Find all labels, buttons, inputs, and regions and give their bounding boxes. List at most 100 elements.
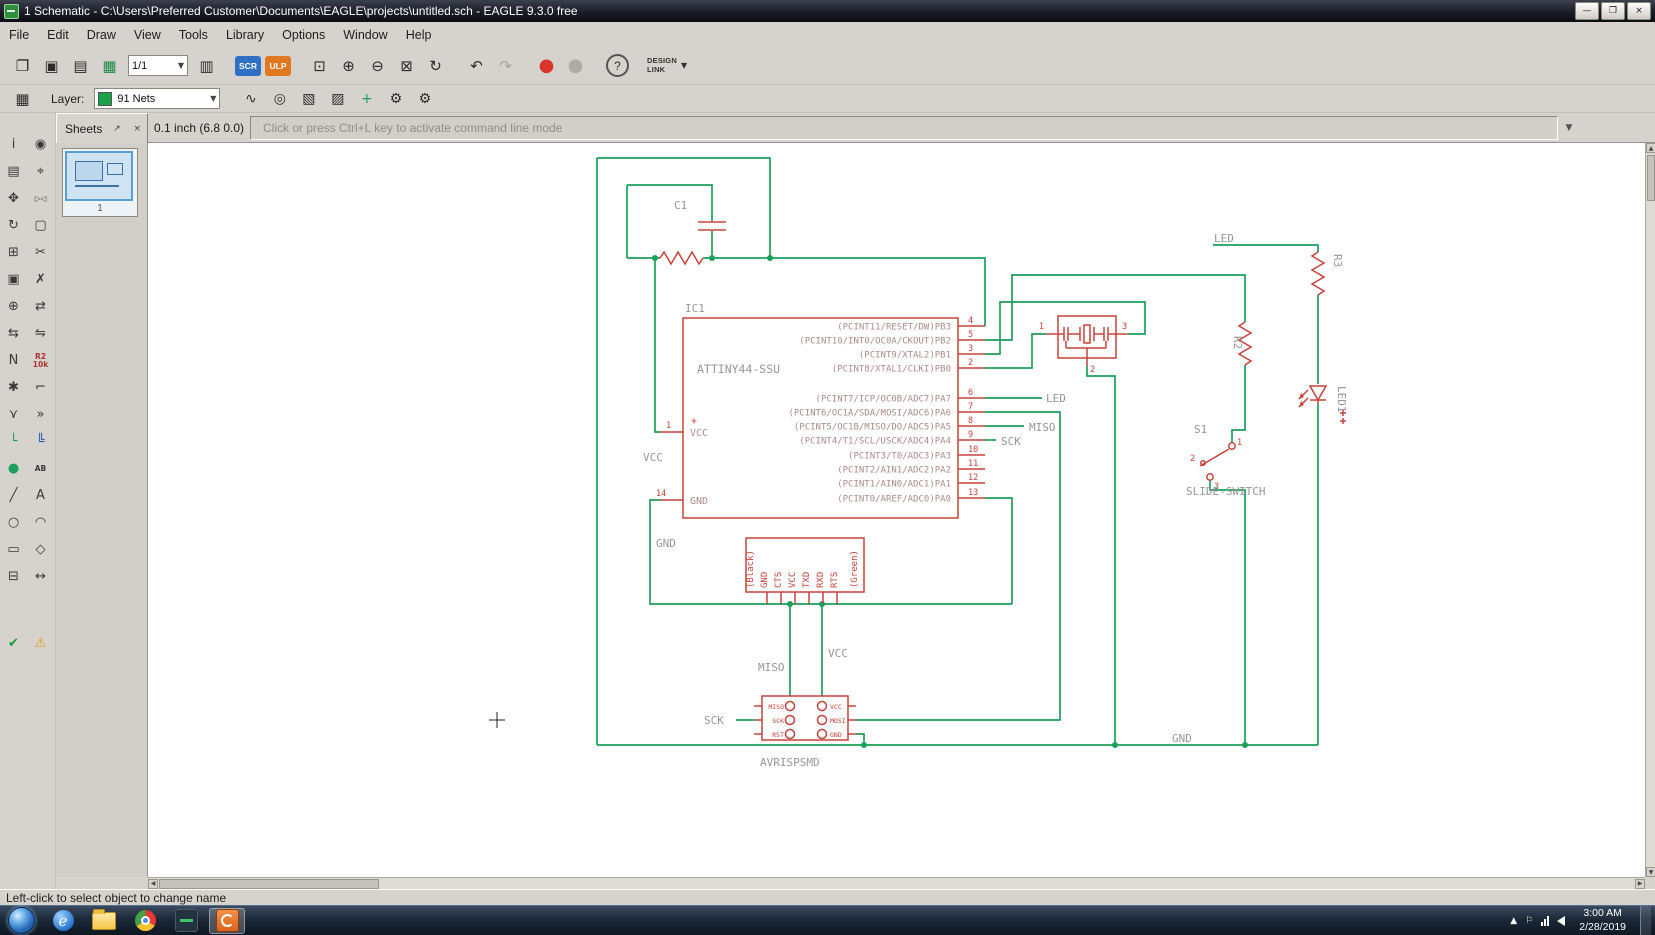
net-label-miso[interactable]: MISO: [1029, 421, 1056, 434]
layer-select[interactable]: 91 Nets ▼: [94, 88, 221, 109]
net-label-miso-isp[interactable]: MISO: [758, 661, 785, 674]
horizontal-scrollbar[interactable]: ◀ ▶: [148, 877, 1645, 889]
wire-tool[interactable]: ╱: [1, 483, 26, 508]
add-part-tool[interactable]: ⊕: [1, 294, 26, 319]
ic1-name[interactable]: IC1: [685, 302, 705, 315]
volume-icon[interactable]: [1557, 915, 1566, 926]
rotate-tool[interactable]: ↻: [1, 213, 26, 238]
open-button[interactable]: ❐: [9, 52, 36, 79]
taskbar-eagle-cp-button[interactable]: [168, 908, 204, 934]
r3-name[interactable]: R3: [1331, 254, 1344, 267]
info-tool[interactable]: i: [1, 132, 26, 157]
close-button[interactable]: ×: [1627, 2, 1651, 20]
taskbar-chrome-button[interactable]: [127, 908, 163, 934]
menu-draw[interactable]: Draw: [78, 25, 125, 45]
arc-tool[interactable]: ◠: [28, 510, 53, 535]
cam-button[interactable]: ▥: [193, 52, 220, 79]
r2-name[interactable]: R2: [1231, 336, 1244, 349]
ic1-value[interactable]: ATTINY44-SSU: [697, 362, 780, 376]
move-tool[interactable]: ✥: [1, 186, 26, 211]
led1-name[interactable]: LED1: [1335, 386, 1348, 413]
undo-button[interactable]: ↶: [463, 52, 490, 79]
zoom-redraw-button[interactable]: ↻: [422, 52, 449, 79]
attribute-tool[interactable]: ⊟: [1, 564, 26, 589]
pattern-a-button[interactable]: ▧: [295, 85, 322, 112]
c1-capacitor[interactable]: [698, 221, 726, 231]
circle-tool[interactable]: ○: [1, 510, 26, 535]
class-settings-button[interactable]: ⚙: [411, 85, 438, 112]
net-settings-button[interactable]: ⚙: [382, 85, 409, 112]
design-link-button[interactable]: DESIGN LINK ▼: [647, 56, 687, 74]
network-icon[interactable]: [1541, 915, 1550, 926]
copy-tool[interactable]: ⊞: [1, 240, 26, 265]
bend-style-button[interactable]: ∿: [237, 85, 264, 112]
scroll-down-icon[interactable]: ▼: [1646, 867, 1655, 877]
invoke-tool[interactable]: »: [28, 402, 53, 427]
net-label-led-top[interactable]: LED: [1214, 232, 1234, 245]
show-tool[interactable]: ◉: [28, 132, 53, 157]
undock-icon[interactable]: ↗: [111, 124, 123, 134]
resonator-symbol[interactable]: [1046, 315, 1128, 366]
grid-button[interactable]: ▦: [9, 85, 36, 112]
menu-view[interactable]: View: [125, 25, 170, 45]
schematic-canvas[interactable]: C1 IC1 ATTINY44-SSU + VCC 1 GND 14 (PCIN…: [148, 143, 1645, 877]
pinswap-tool[interactable]: ⇄: [28, 294, 53, 319]
dimension-tool[interactable]: ↔: [28, 564, 53, 589]
menu-help[interactable]: Help: [397, 25, 441, 45]
avrisp-name[interactable]: AVRISPSMD: [760, 756, 820, 769]
taskbar-eagle-button[interactable]: [209, 907, 245, 934]
cut-tool[interactable]: ✂: [28, 240, 53, 265]
taskbar-clock[interactable]: 3:00 AM 2/28/2019: [1573, 907, 1632, 933]
tray-expand-icon[interactable]: ▲: [1510, 916, 1517, 926]
show-desktop-button[interactable]: [1640, 905, 1651, 935]
sheet-thumbnail[interactable]: 1: [62, 148, 138, 217]
menu-options[interactable]: Options: [273, 25, 334, 45]
paste-tool[interactable]: ▣: [1, 267, 26, 292]
zoom-fit-button[interactable]: ⊡: [306, 52, 333, 79]
miter-tool[interactable]: ⌐: [28, 375, 53, 400]
zoom-select-button[interactable]: ⊠: [393, 52, 420, 79]
bus-tool[interactable]: ╚: [28, 429, 53, 454]
net-label-gnd-rail[interactable]: GND: [1172, 732, 1192, 745]
value-tool[interactable]: R2 10k: [28, 348, 53, 373]
c1-name[interactable]: C1: [674, 199, 687, 212]
zoom-out-button[interactable]: ⊖: [364, 52, 391, 79]
menu-file[interactable]: File: [0, 25, 38, 45]
junction-tool[interactable]: ●: [1, 456, 26, 481]
stop-button[interactable]: ●: [533, 52, 560, 79]
errors-tool[interactable]: ⚠: [28, 631, 53, 656]
net-tool[interactable]: └: [1, 429, 26, 454]
erc-tool[interactable]: ✔: [1, 631, 26, 656]
name-tool[interactable]: N: [1, 348, 26, 373]
ulp-button[interactable]: ULP: [265, 55, 291, 76]
s1-name[interactable]: S1: [1194, 423, 1207, 436]
polygon-tool[interactable]: ◇: [28, 537, 53, 562]
scr-button[interactable]: SCR: [235, 55, 261, 76]
go-button[interactable]: ●: [562, 52, 589, 79]
s1-value[interactable]: SLIDE-SWITCH: [1186, 485, 1265, 498]
print-button[interactable]: ▤: [67, 52, 94, 79]
command-history-dropdown[interactable]: ▼: [1560, 116, 1578, 140]
horizontal-scroll-thumb[interactable]: [159, 878, 379, 889]
wire-miter-button[interactable]: ◎: [266, 85, 293, 112]
net-label-gnd[interactable]: GND: [656, 537, 676, 550]
net-label-sck-isp[interactable]: SCK: [704, 714, 724, 727]
net-label-vcc-isp[interactable]: VCC: [828, 647, 848, 660]
net-label-vcc[interactable]: VCC: [643, 451, 663, 464]
sheet-select[interactable]: 1/1 ▼: [128, 55, 188, 76]
zoom-in-button[interactable]: ⊕: [335, 52, 362, 79]
split-tool[interactable]: ⋎: [1, 402, 26, 427]
net-label-led[interactable]: LED: [1046, 392, 1066, 405]
display-tool[interactable]: ▤: [1, 159, 26, 184]
help-button[interactable]: ?: [606, 54, 629, 77]
menu-window[interactable]: Window: [334, 25, 396, 45]
rect-tool[interactable]: ▭: [1, 537, 26, 562]
close-icon[interactable]: ×: [131, 124, 143, 134]
scroll-up-icon[interactable]: ▲: [1646, 143, 1655, 153]
taskbar-explorer-button[interactable]: [86, 908, 122, 934]
smash-tool[interactable]: ✱: [1, 375, 26, 400]
menu-tools[interactable]: Tools: [170, 25, 217, 45]
minimize-button[interactable]: —: [1575, 2, 1599, 20]
pattern-b-button[interactable]: ▨: [324, 85, 351, 112]
tab-sheets[interactable]: Sheets ↗ ×: [56, 113, 148, 143]
